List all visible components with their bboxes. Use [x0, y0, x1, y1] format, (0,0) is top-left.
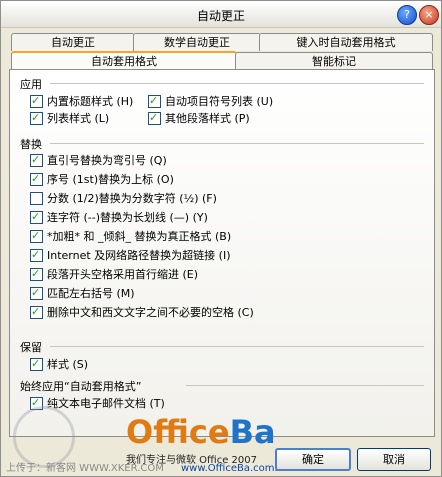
tab-autoformat[interactable]: 自动套用格式	[11, 51, 237, 71]
checkbox-builtin-heading-styles[interactable]: 内置标题样式 (H)	[30, 93, 133, 110]
checkbox-auto-bulleted-lists[interactable]: 自动项目符号列表 (U)	[148, 93, 273, 110]
replace-heading: 替换	[20, 138, 42, 151]
checkbox-smart-quotes[interactable]: 直引号替换为弯引号 (Q)	[30, 152, 167, 169]
upload-source-text: 上传于：新客网 WWW.XKER.COM	[6, 463, 164, 474]
checkbox-other-paragraph-styles[interactable]: 其他段落样式 (P)	[148, 110, 250, 127]
checkbox-icon[interactable]	[30, 356, 43, 372]
checkbox-hyphens-dashes[interactable]: 连字符 (--)替换为长划线 (—) (Y)	[30, 209, 208, 226]
close-button[interactable]: ×	[419, 5, 439, 25]
checkbox-icon[interactable]	[30, 228, 43, 244]
checkbox-icon[interactable]	[30, 209, 43, 225]
cancel-button[interactable]: 取消	[357, 448, 431, 471]
checkbox-first-line-indent[interactable]: 段落开头空格采用首行缩进 (E)	[30, 266, 198, 283]
ok-button[interactable]: 确定	[275, 448, 351, 471]
checkbox-remove-cjk-spaces[interactable]: 删除中文和西文文字之间不必要的空格 (C)	[30, 304, 254, 321]
checkbox-icon[interactable]	[148, 93, 161, 109]
checkbox-ordinals-superscript[interactable]: 序号 (1st)替换为上标 (O)	[30, 171, 174, 188]
autoformat-panel: 应用 内置标题样式 (H) 自动项目符号列表 (U) 列表样式 (L) 其他段落…	[9, 69, 435, 437]
watermark-logo: OfficeBa	[126, 413, 276, 451]
help-button[interactable]: ?	[397, 5, 417, 25]
checkbox-icon[interactable]	[30, 152, 43, 168]
checkbox-icon[interactable]	[30, 266, 43, 282]
autocorrect-dialog: 自动更正 ? × 自动更正 数学自动更正 键入时自动套用格式 自动套用格式 智能…	[0, 0, 442, 477]
checkbox-icon[interactable]	[30, 304, 43, 320]
checkbox-icon[interactable]	[30, 171, 43, 187]
checkbox-match-brackets[interactable]: 匹配左右括号 (M)	[30, 285, 135, 302]
always-apply-heading: 始终应用“自动套用格式”	[20, 380, 142, 393]
checkbox-bold-italic[interactable]: *加粗* 和 _倾斜_ 替换为真正格式 (B)	[30, 228, 231, 245]
checkbox-icon[interactable]	[30, 93, 43, 109]
always-apply-divider	[186, 385, 424, 386]
preserve-divider	[50, 346, 424, 347]
tab-smart-tags[interactable]: 智能标记	[235, 52, 433, 70]
apply-divider	[50, 83, 424, 84]
checkbox-icon[interactable]	[30, 285, 43, 301]
checkbox-icon[interactable]	[30, 110, 43, 126]
checkbox-internet-hyperlinks[interactable]: Internet 及网络路径替换为超链接 (I)	[30, 247, 231, 264]
checkbox-icon[interactable]	[30, 191, 43, 205]
tab-autocorrect[interactable]: 自动更正	[11, 33, 135, 51]
title-bar: 自动更正 ? ×	[1, 1, 441, 28]
watermark-url: www.OfficeBa.com.cn	[181, 463, 290, 474]
checkbox-list-styles[interactable]: 列表样式 (L)	[30, 110, 109, 127]
tab-autoformat-as-you-type[interactable]: 键入时自动套用格式	[259, 33, 433, 51]
checkbox-styles[interactable]: 样式 (S)	[30, 356, 88, 373]
apply-heading: 应用	[20, 78, 42, 91]
tab-math-autocorrect[interactable]: 数学自动更正	[133, 33, 261, 51]
dialog-title: 自动更正	[196, 9, 245, 23]
preserve-heading: 保留	[20, 341, 42, 354]
replace-divider	[50, 143, 424, 144]
checkbox-fractions[interactable]: 分数 (1/2)替换为分数字符 (½) (F)	[30, 191, 217, 207]
checkbox-icon[interactable]	[30, 247, 43, 263]
checkbox-icon[interactable]	[148, 110, 161, 126]
